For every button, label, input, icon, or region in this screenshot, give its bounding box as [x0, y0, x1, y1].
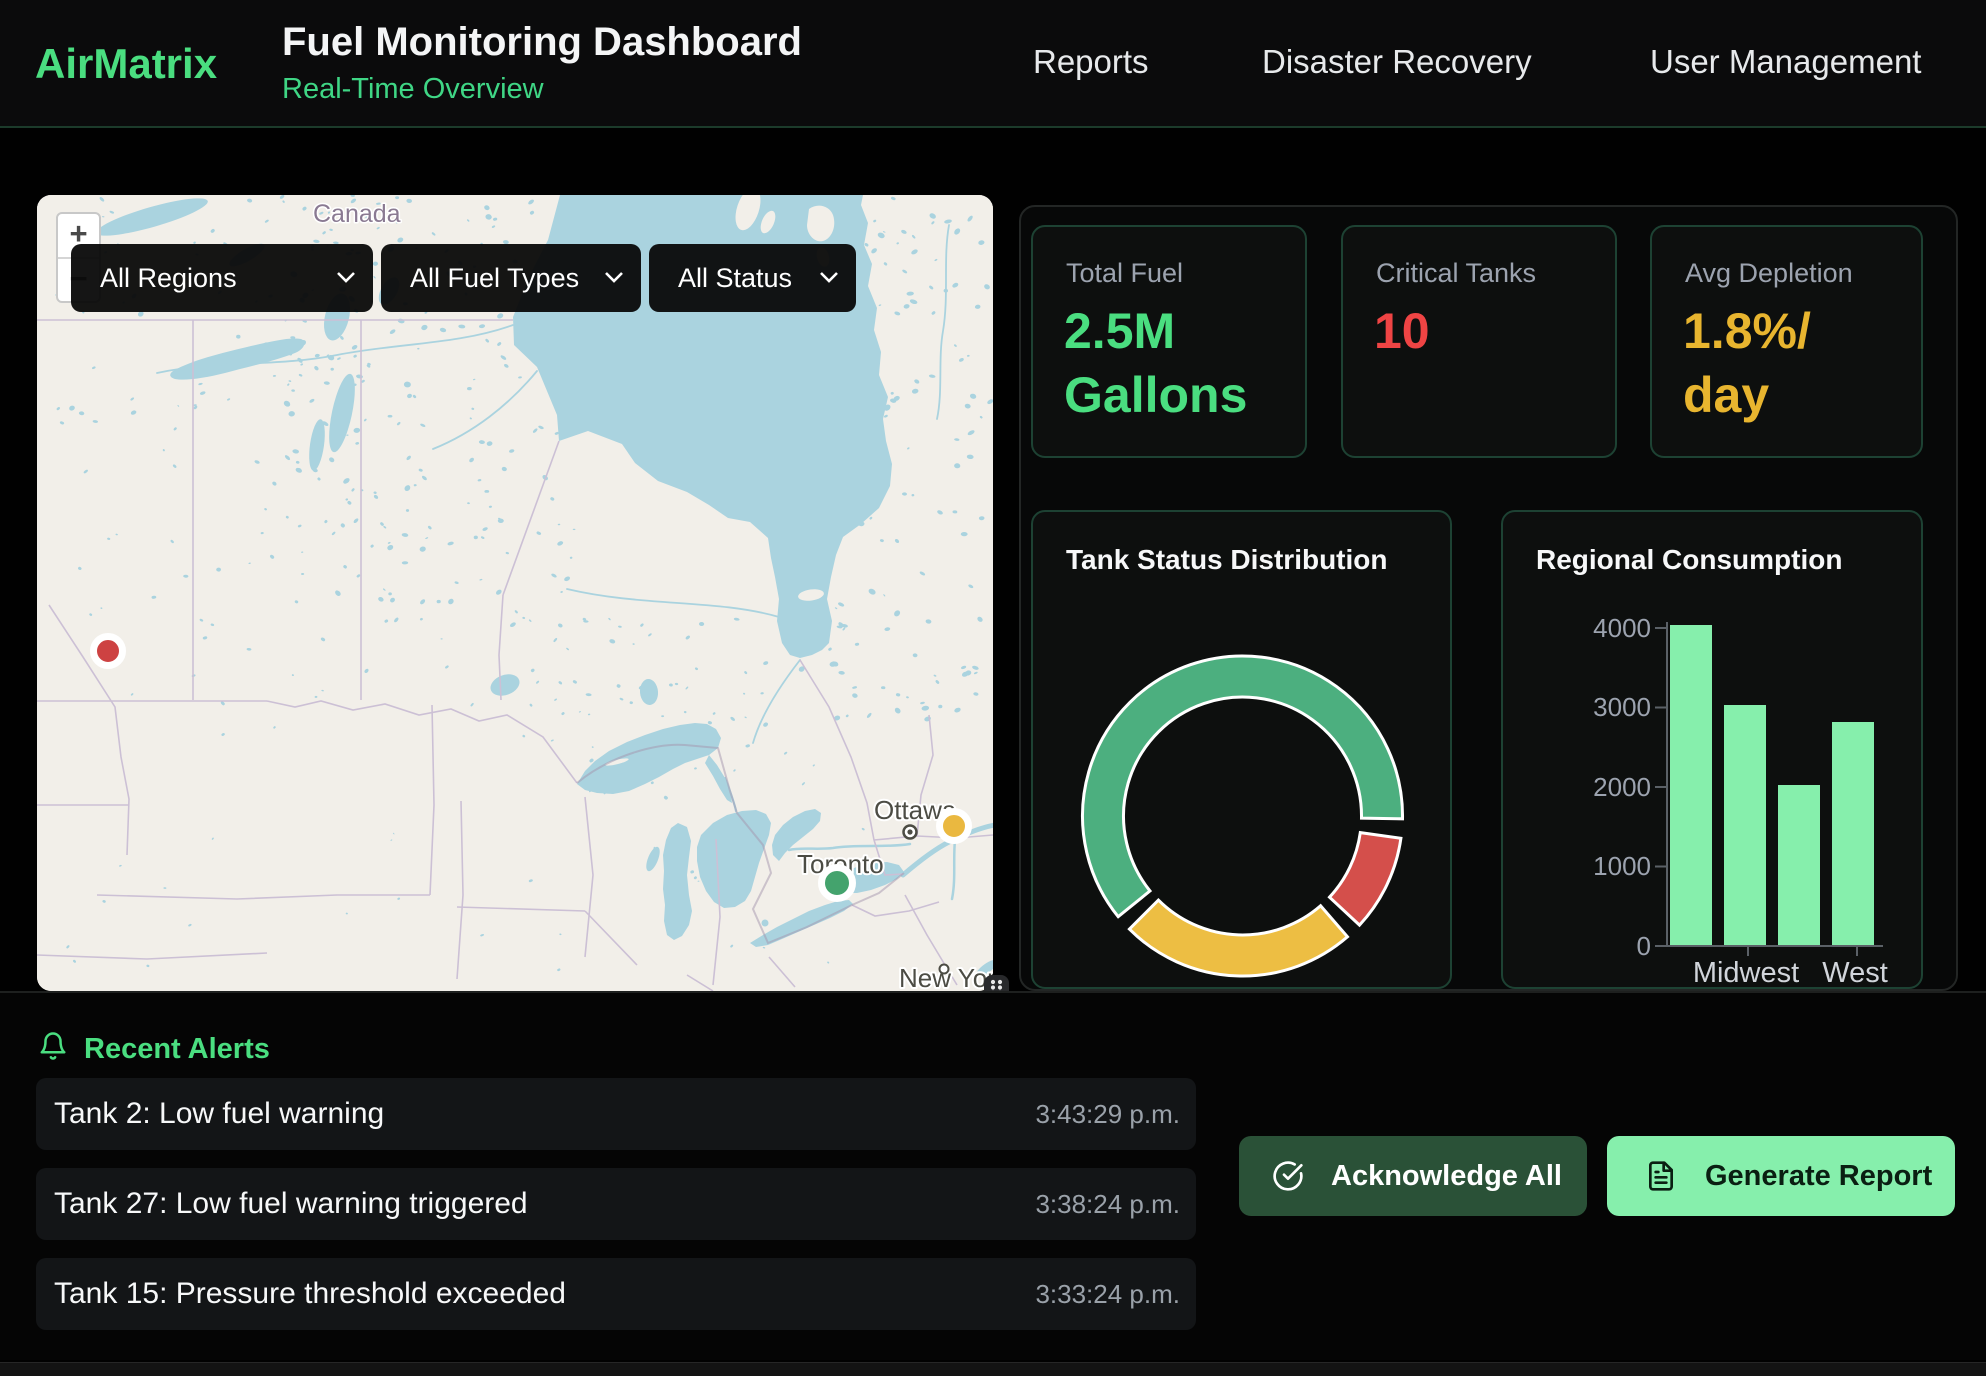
svg-text:West: West — [1822, 957, 1888, 989]
svg-text:1000: 1000 — [1593, 851, 1651, 881]
svg-text:Canada: Canada — [313, 200, 401, 228]
svg-text:4000: 4000 — [1593, 613, 1651, 643]
svg-text:2000: 2000 — [1593, 772, 1651, 802]
svg-text:3000: 3000 — [1593, 692, 1651, 722]
svg-text:0: 0 — [1637, 931, 1651, 961]
svg-text:Midwest: Midwest — [1693, 957, 1799, 989]
